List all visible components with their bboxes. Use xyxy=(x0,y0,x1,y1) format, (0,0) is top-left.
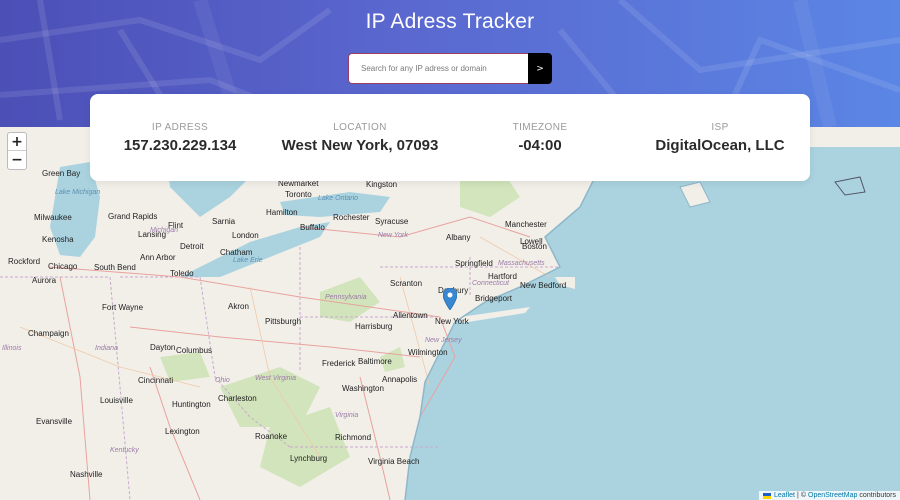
city-label: Ann Arbor xyxy=(140,253,176,262)
city-label: Green Bay xyxy=(42,169,81,178)
region-label: Ohio xyxy=(215,377,230,384)
city-label: Detroit xyxy=(180,242,204,251)
location-cell: LOCATION West New York, 07093 xyxy=(270,94,450,181)
city-label: South Bend xyxy=(94,263,136,272)
page-title: IP Adress Tracker xyxy=(365,10,535,33)
map-attribution: Leaflet | © OpenStreetMap contributors xyxy=(758,491,900,500)
city-label: Aurora xyxy=(32,276,57,285)
region-label: New Jersey xyxy=(425,337,462,344)
city-label: Chicago xyxy=(48,262,78,271)
region-label: Indiana xyxy=(95,345,118,352)
region-label: Connecticut xyxy=(472,280,509,287)
city-label: Pittsburgh xyxy=(265,317,302,326)
city-label: Cincinnati xyxy=(138,376,174,385)
city-label: Lexington xyxy=(165,427,200,436)
city-label: Syracuse xyxy=(375,217,409,226)
city-label: Rockford xyxy=(8,257,41,266)
city-label: Roanoke xyxy=(255,432,288,441)
city-label: Lansing xyxy=(138,230,167,239)
city-label: Hartford xyxy=(488,272,517,281)
isp-label: ISP xyxy=(711,122,729,133)
openstreetmap-link[interactable]: OpenStreetMap xyxy=(808,492,857,499)
zoom-in-button[interactable]: + xyxy=(8,133,26,151)
city-label: Milwaukee xyxy=(34,213,72,222)
city-label: Columbus xyxy=(176,346,213,355)
city-label: Kingston xyxy=(366,180,398,189)
ip-address-label: IP ADRESS xyxy=(151,122,209,133)
city-label: Harrisburg xyxy=(355,322,393,331)
city-label: Nashville xyxy=(70,470,103,479)
city-label: Rochester xyxy=(333,213,370,222)
region-label: West Virginia xyxy=(255,375,296,382)
leaflet-link[interactable]: Leaflet xyxy=(774,492,795,499)
city-label: Virginia Beach xyxy=(368,457,420,466)
region-label: Lake Erie xyxy=(233,257,263,264)
city-label: Baltimore xyxy=(358,357,392,366)
location-label: LOCATION xyxy=(333,122,387,133)
ip-address-cell: IP ADRESS 157.230.229.134 xyxy=(90,94,270,181)
city-label: Sarnia xyxy=(212,217,236,226)
city-label: Manchester xyxy=(505,220,547,229)
region-label: Lake Michigan xyxy=(55,189,101,196)
city-label: Fort Wayne xyxy=(102,303,144,312)
city-label: New Bedford xyxy=(520,281,567,290)
city-label: Evansville xyxy=(36,417,73,426)
copyright-symbol: © xyxy=(800,492,806,499)
city-label: Scranton xyxy=(390,279,423,288)
region-label: Kentucky xyxy=(110,447,139,454)
location-marker[interactable] xyxy=(442,287,458,315)
city-label: Huntington xyxy=(172,400,211,409)
city-label: Chatham xyxy=(220,248,253,257)
region-label: Massachusetts xyxy=(498,260,545,267)
timezone-label: TIMEZONE xyxy=(512,122,568,133)
city-label: Allentown xyxy=(393,311,428,320)
ip-address-value: 157.230.229.134 xyxy=(123,137,237,154)
city-label: Buffalo xyxy=(300,223,325,232)
ip-info-card: IP ADRESS 157.230.229.134 LOCATION West … xyxy=(90,94,810,181)
city-label: Bridgeport xyxy=(475,294,512,303)
city-label: Toledo xyxy=(170,269,194,278)
city-label: Wilmington xyxy=(408,348,448,357)
city-label: New York xyxy=(435,317,469,326)
region-label: Illinois xyxy=(2,345,22,352)
city-label: Washington xyxy=(342,384,384,393)
city-label: London xyxy=(232,231,259,240)
city-label: Hamilton xyxy=(266,208,298,217)
search-bar: > xyxy=(348,53,552,84)
city-label: Kenosha xyxy=(42,235,74,244)
isp-value: DigitalOcean, LLC xyxy=(655,137,785,154)
location-value: West New York, 07093 xyxy=(281,137,439,154)
timezone-cell: TIMEZONE -04:00 xyxy=(450,94,630,181)
region-label: Pennsylvania xyxy=(325,294,367,301)
city-label: Flint xyxy=(168,221,184,230)
city-label: Albany xyxy=(446,233,471,242)
city-label: Boston xyxy=(522,242,547,251)
ukraine-flag-icon xyxy=(762,492,771,499)
city-label: Toronto xyxy=(285,190,312,199)
city-label: Annapolis xyxy=(382,375,418,384)
map-pin-icon xyxy=(442,287,458,311)
zoom-control: + − xyxy=(7,132,27,170)
city-label: Grand Rapids xyxy=(108,212,158,221)
search-input[interactable] xyxy=(348,53,528,84)
contributors-text: contributors xyxy=(859,492,896,499)
city-label: Akron xyxy=(228,302,249,311)
region-label: Lake Ontario xyxy=(318,195,359,202)
city-label: Charleston xyxy=(218,394,257,403)
attribution-separator: | xyxy=(797,492,799,499)
city-label: Lynchburg xyxy=(290,454,328,463)
zoom-out-button[interactable]: − xyxy=(8,151,26,169)
city-label: Champaign xyxy=(28,329,69,338)
search-submit-button[interactable]: > xyxy=(528,53,552,84)
city-label: Frederick xyxy=(322,359,356,368)
city-label: Dayton xyxy=(150,343,176,352)
city-label: Louisville xyxy=(100,396,133,405)
isp-cell: ISP DigitalOcean, LLC xyxy=(630,94,810,181)
region-label: Virginia xyxy=(335,412,359,419)
timezone-value: -04:00 xyxy=(518,137,562,154)
city-label: Richmond xyxy=(335,433,372,442)
city-label: Springfield xyxy=(455,259,493,268)
region-label: New York xyxy=(378,232,408,239)
